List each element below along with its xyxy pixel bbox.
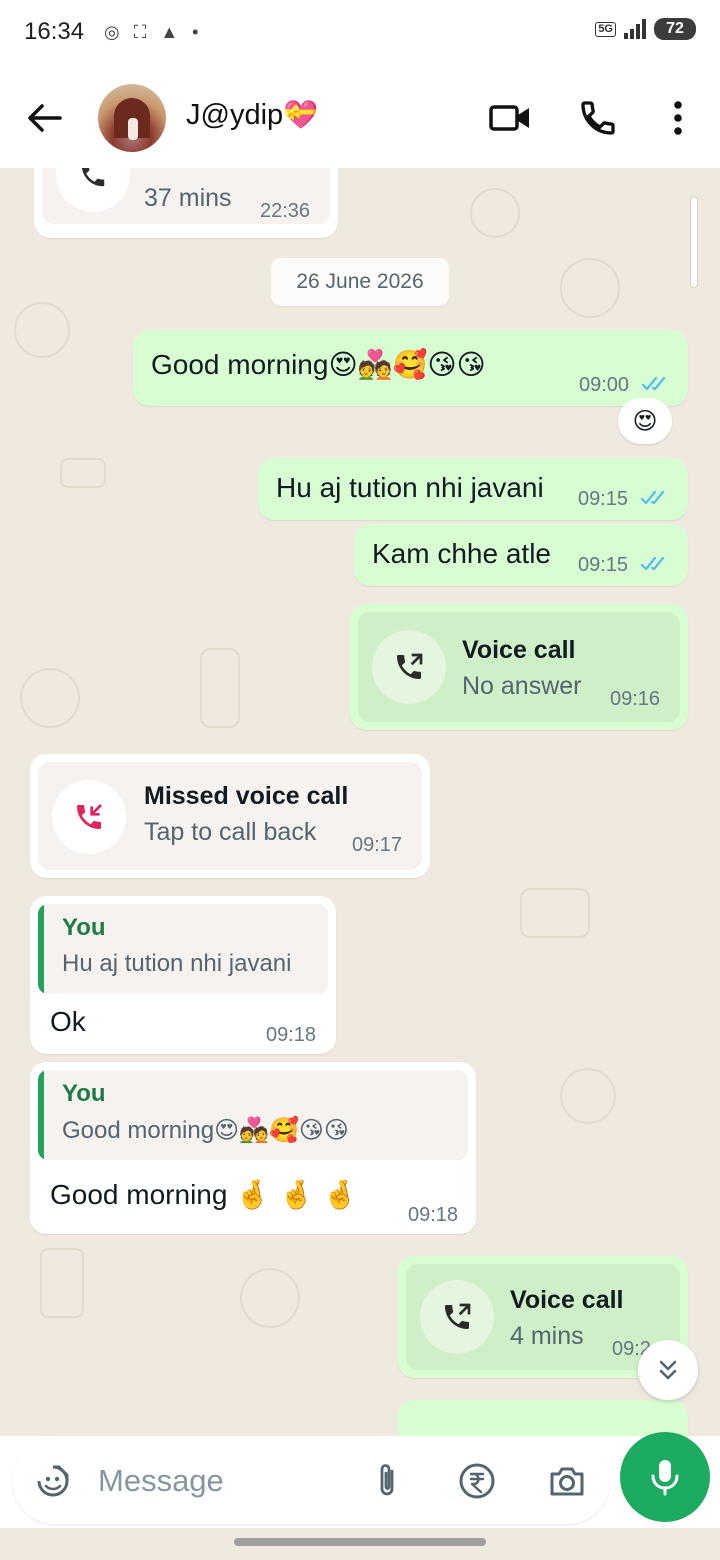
hotspot-icon: ◎ [104, 22, 120, 42]
wallpaper-doodle [200, 648, 240, 728]
status-bar: 16:34 ◎ ⛶ ▲ • 5G 72 [0, 0, 720, 68]
wallpaper-doodle [20, 668, 80, 728]
wallpaper-doodle [40, 1248, 84, 1318]
outgoing-call-icon [372, 630, 446, 704]
notification-icons: ◎ ⛶ ▲ • [104, 20, 198, 44]
quote-author: You [62, 1080, 106, 1107]
battery-level: 72 [654, 18, 696, 40]
read-ticks-icon [640, 490, 665, 505]
message-bubble-outgoing[interactable] [398, 1400, 688, 1436]
call-card: Voice call No answer 09:16 [358, 612, 680, 722]
read-ticks-icon [640, 556, 665, 571]
call-card: Missed voice call Tap to call back 09:17 [38, 762, 422, 870]
message-time: 09:17 [352, 834, 403, 856]
chat-header: J@ydip💝 [0, 68, 720, 168]
call-title: Voice call [462, 636, 576, 664]
call-subtitle: No answer [462, 672, 582, 700]
status-right: 5G 72 [595, 18, 696, 40]
chat-area[interactable]: 37 mins 22:36 26 June 2026 Good morning😍… [0, 168, 720, 1436]
wallpaper-doodle [14, 302, 70, 358]
call-title: Voice call [510, 1286, 624, 1314]
avatar[interactable] [98, 84, 166, 152]
quoted-message[interactable]: You Good morning😍💑🥰😘😘 [38, 1070, 468, 1160]
sticker-icon[interactable] [30, 1458, 76, 1504]
scrollbar-thumb[interactable] [690, 196, 698, 288]
home-gesture-bar[interactable] [234, 1538, 486, 1546]
message-time: 22:36 [260, 200, 311, 222]
status-time: 16:34 [24, 18, 85, 45]
message-bubble-call[interactable]: Voice call No answer 09:16 [350, 604, 688, 730]
mic-icon[interactable] [620, 1432, 710, 1522]
call-card: Voice call 4 mins 09:2 [406, 1264, 680, 1370]
drive-icon: ▲ [160, 22, 179, 42]
quote-text: Good morning😍💑🥰😘😘 [62, 1117, 349, 1144]
dot-icon: • [192, 22, 199, 42]
outgoing-call-icon [420, 1280, 494, 1354]
reaction-badge[interactable]: 😍 [618, 398, 672, 444]
date-chip: 26 June 2026 [271, 258, 449, 306]
message-time: 09:15 [578, 554, 629, 576]
phone-icon[interactable] [574, 94, 622, 142]
message-bubble-call[interactable]: Missed voice call Tap to call back 09:17 [30, 754, 430, 878]
message-bubble-outgoing[interactable]: Hu aj tution nhi javani 09:15 [258, 458, 688, 520]
message-text: Ok [50, 1006, 86, 1037]
wallpaper-doodle [560, 258, 620, 318]
message-time: 09:00 [579, 374, 630, 396]
message-time: 09:18 [408, 1204, 459, 1226]
wallpaper-doodle [470, 188, 520, 238]
read-ticks-icon [641, 376, 666, 391]
message-text: Hu aj tution nhi javani [276, 472, 544, 503]
message-time: 09:16 [610, 688, 661, 710]
wallpaper-doodle [520, 888, 590, 938]
call-card: 37 mins 22:36 [42, 168, 330, 224]
screenshot-icon: ⛶ [133, 22, 147, 42]
message-input[interactable] [98, 1456, 348, 1506]
message-bubble-reply[interactable]: You Good morning😍💑🥰😘😘 Good morning 🤞 🤞 🤞… [30, 1062, 476, 1234]
wallpaper-doodle [560, 1068, 616, 1124]
network-type: 5G [595, 21, 616, 37]
phone-icon [56, 168, 130, 212]
camera-icon[interactable] [544, 1458, 590, 1504]
call-title: Missed voice call [144, 782, 349, 810]
message-text: Good morning😍💑🥰😘😘 [151, 348, 486, 381]
message-time: 09:18 [266, 1024, 317, 1046]
quote-author: You [62, 914, 106, 941]
message-bubble-call[interactable]: 37 mins 22:36 [34, 168, 338, 238]
message-text: Kam chhe atle [372, 538, 551, 569]
quoted-message[interactable]: You Hu aj tution nhi javani [38, 904, 328, 994]
call-subtitle: Tap to call back [144, 818, 317, 846]
wallpaper-doodle [60, 458, 106, 488]
contact-name[interactable]: J@ydip💝 [186, 98, 318, 132]
back-arrow-icon[interactable] [22, 96, 66, 140]
call-subtitle: 37 mins [144, 184, 232, 212]
more-options-icon[interactable] [654, 94, 702, 142]
system-nav-bar [0, 1528, 720, 1560]
missed-call-icon [52, 780, 126, 854]
wallpaper-doodle [240, 1268, 300, 1328]
video-call-icon[interactable] [486, 94, 534, 142]
message-bubble-reply[interactable]: You Hu aj tution nhi javani Ok 09:18 [30, 896, 336, 1054]
message-bubble-outgoing[interactable]: Kam chhe atle 09:15 [354, 524, 688, 586]
attach-icon[interactable] [364, 1458, 410, 1504]
call-subtitle: 4 mins [510, 1322, 584, 1350]
message-time: 09:15 [578, 488, 629, 510]
signal-icon [624, 19, 646, 39]
rupee-payment-icon[interactable] [454, 1458, 500, 1504]
scroll-down-icon[interactable] [638, 1340, 698, 1400]
message-composer [12, 1438, 610, 1524]
quote-text: Hu aj tution nhi javani [62, 950, 292, 977]
message-text: Good morning 🤞 🤞 🤞 [50, 1178, 358, 1211]
message-bubble-outgoing[interactable]: Good morning😍💑🥰😘😘 09:00 [133, 330, 688, 406]
